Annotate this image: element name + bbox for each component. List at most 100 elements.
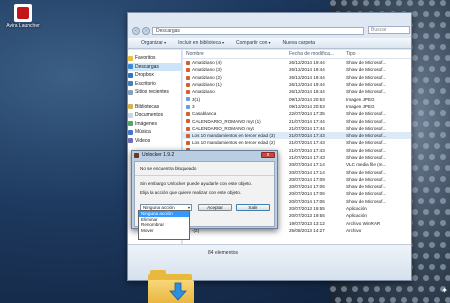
file-row[interactable]: 3 09/12/2014 20:53 Imagen JPEG — [183, 103, 411, 110]
file-icon — [186, 104, 190, 109]
search-input[interactable]: Buscar — [368, 26, 410, 34]
close-icon[interactable]: x — [261, 152, 275, 158]
file-date: 20/07/2014 17:09 — [289, 176, 325, 182]
file-date: 21/07/2014 17:44 — [289, 118, 325, 124]
file-type: Show de Microsof... — [346, 82, 387, 88]
file-date: 26/12/2014 19:44 — [289, 89, 325, 95]
address-bar: ‹ › Descargas — [132, 26, 364, 35]
file-date: 09/12/2014 20:53 — [289, 96, 325, 102]
file-date: 22/07/2014 17:35 — [289, 111, 325, 117]
nav-music[interactable]: Música — [128, 128, 181, 137]
dialog-message-help: Sin embargo Unlocker puede ayudarle con … — [140, 181, 253, 186]
file-date: 20/07/2013 19:55 — [289, 213, 325, 219]
file-name: Los 10 mandamientos en tercer edad (3) — [183, 133, 286, 138]
file-date: 20/07/2014 17:06 — [289, 198, 325, 204]
address-input[interactable]: Descargas — [152, 26, 364, 35]
file-row[interactable]: CALENDARIO_ROMANO myt 21/07/2014 17:44 Sho… — [183, 125, 411, 132]
file-type: Show de Microsof... — [346, 67, 387, 73]
file-name: Amatiziano (2) — [183, 75, 286, 80]
file-icon — [186, 126, 190, 131]
nav-desktop[interactable]: Escritorio — [128, 80, 181, 89]
file-type: Show de Microsof... — [346, 198, 387, 204]
explorer-window: ‹ › Descargas Buscar Organizar Incluir e… — [127, 12, 412, 281]
file-type: Show de Microsof... — [346, 125, 387, 131]
file-type: Show de Microsof... — [346, 118, 387, 124]
nav-libraries[interactable]: Bibliotecas — [128, 103, 181, 112]
nav-downloads[interactable]: Descargas — [128, 62, 181, 71]
accept-button[interactable]: Aceptar — [198, 204, 232, 211]
file-date: 25/08/2013 14:27 — [289, 227, 325, 233]
nav-videos[interactable]: Videos — [128, 137, 181, 146]
desktop-icon — [128, 81, 133, 87]
file-name: Amatiziano (4) — [183, 60, 286, 65]
nav-favorites[interactable]: Favoritos — [128, 54, 181, 63]
option-move[interactable]: Mover — [139, 228, 189, 234]
file-row[interactable]: Amatiziano (3) 26/12/2014 19:44 Show de Mi… — [183, 66, 411, 73]
dialog-message-status: No se encuentra bloqueado — [140, 166, 197, 171]
toolbar: Organizar Incluir en biblioteca Comparti… — [128, 38, 411, 49]
desktop-shortcut-avira[interactable]: Avira Launcher — [4, 4, 42, 30]
file-list-header: Nombre Fecha de modifica... Tipo — [183, 50, 411, 59]
file-type: Show de Microsof... — [346, 147, 387, 153]
file-row[interactable]: CALENDARIO_ROMANO myt (1) 21/07/2014 17:4… — [183, 117, 411, 124]
file-row[interactable]: 3(1) 09/12/2014 20:53 Imagen JPEG — [183, 95, 411, 102]
file-type: Show de Microsof... — [346, 176, 387, 182]
file-type: Show de Microsof... — [346, 191, 387, 197]
file-row[interactable]: Amatiziano 26/12/2014 19:44 Show de Micros… — [183, 88, 411, 95]
pictures-icon — [128, 121, 133, 127]
include-library-button[interactable]: Incluir en biblioteca — [178, 40, 224, 46]
file-row[interactable]: Amatiziano (4) 26/12/2014 19:44 Show de Mi… — [183, 59, 411, 66]
nav-pictures[interactable]: Imágenes — [128, 120, 181, 129]
file-date: 20/07/2013 19:55 — [289, 206, 325, 212]
file-type: Show de Microsof... — [346, 89, 387, 95]
item-count: 84 elementos — [208, 250, 239, 256]
file-type: Imagen JPEG — [346, 96, 375, 102]
file-date: 21/07/2014 17:43 — [289, 147, 325, 153]
videos-icon — [128, 138, 133, 144]
file-date: 09/12/2014 20:53 — [289, 103, 325, 109]
desktop-corner-icon: ✦ — [441, 286, 448, 295]
file-type: Show de Microsof... — [346, 133, 387, 139]
file-date: 20/07/2014 17:06 — [289, 191, 325, 197]
file-name: Amatiziano — [183, 89, 286, 94]
file-row[interactable]: Los 10 mandamientos en tercer edad (2) 21… — [183, 139, 411, 146]
file-name: CALENDARIO_ROMANO myt (1) — [183, 119, 286, 124]
documents-icon — [128, 112, 133, 118]
file-date: 26/12/2014 19:44 — [289, 82, 325, 88]
file-icon — [186, 60, 190, 65]
file-type: Archivo — [346, 227, 362, 233]
file-type: Show de Microsof... — [346, 169, 387, 175]
file-name: 3(1) — [183, 97, 286, 102]
file-type: Show de Microsof... — [346, 140, 387, 146]
file-row[interactable]: Amatiziano (2) 26/12/2014 19:44 Show de Mi… — [183, 74, 411, 81]
new-folder-button[interactable]: Nueva carpeta — [283, 40, 316, 46]
nav-recent-places[interactable]: Sitios recientes — [128, 88, 181, 97]
file-date: 26/12/2014 19:44 — [289, 60, 325, 66]
nav-documents[interactable]: Documentos — [128, 111, 181, 120]
downloads-folder-icon — [148, 270, 194, 303]
unlocker-icon — [134, 153, 139, 158]
organize-button[interactable]: Organizar — [141, 40, 166, 46]
dialog-message-choose: Elija la acción que quiere realizar con … — [140, 190, 242, 195]
file-type: Show de Microsof... — [346, 184, 387, 190]
file-icon — [186, 75, 190, 80]
column-date[interactable]: Fecha de modifica... — [286, 51, 343, 57]
file-row[interactable]: Amatiziano (1) 26/12/2014 19:44 Show de Mi… — [183, 81, 411, 88]
file-name: CALENDARIO_ROMANO myt — [183, 126, 286, 131]
file-date: 20/07/2014 17:14 — [289, 162, 325, 168]
file-icon — [186, 112, 190, 116]
file-row[interactable]: Los 10 mandamientos en tercer edad (3) 21… — [183, 131, 411, 140]
file-type: VLC media file (m... — [346, 162, 387, 168]
column-type[interactable]: Tipo — [343, 51, 393, 57]
column-name[interactable]: Nombre — [183, 51, 286, 57]
file-icon — [186, 119, 190, 124]
exit-button[interactable]: Salir — [236, 204, 270, 211]
forward-icon[interactable]: › — [142, 26, 150, 35]
file-type: Show de Microsof... — [346, 111, 387, 117]
file-date: 20/07/2014 17:14 — [289, 169, 325, 175]
file-row[interactable]: Casablanca 22/07/2014 17:35 Show de Micros… — [183, 110, 411, 117]
file-type: Show de Microsof... — [346, 60, 387, 66]
share-button[interactable]: Compartir con — [236, 40, 271, 46]
nav-dropbox[interactable]: Dropbox — [128, 71, 181, 80]
back-icon[interactable]: ‹ — [132, 26, 140, 35]
